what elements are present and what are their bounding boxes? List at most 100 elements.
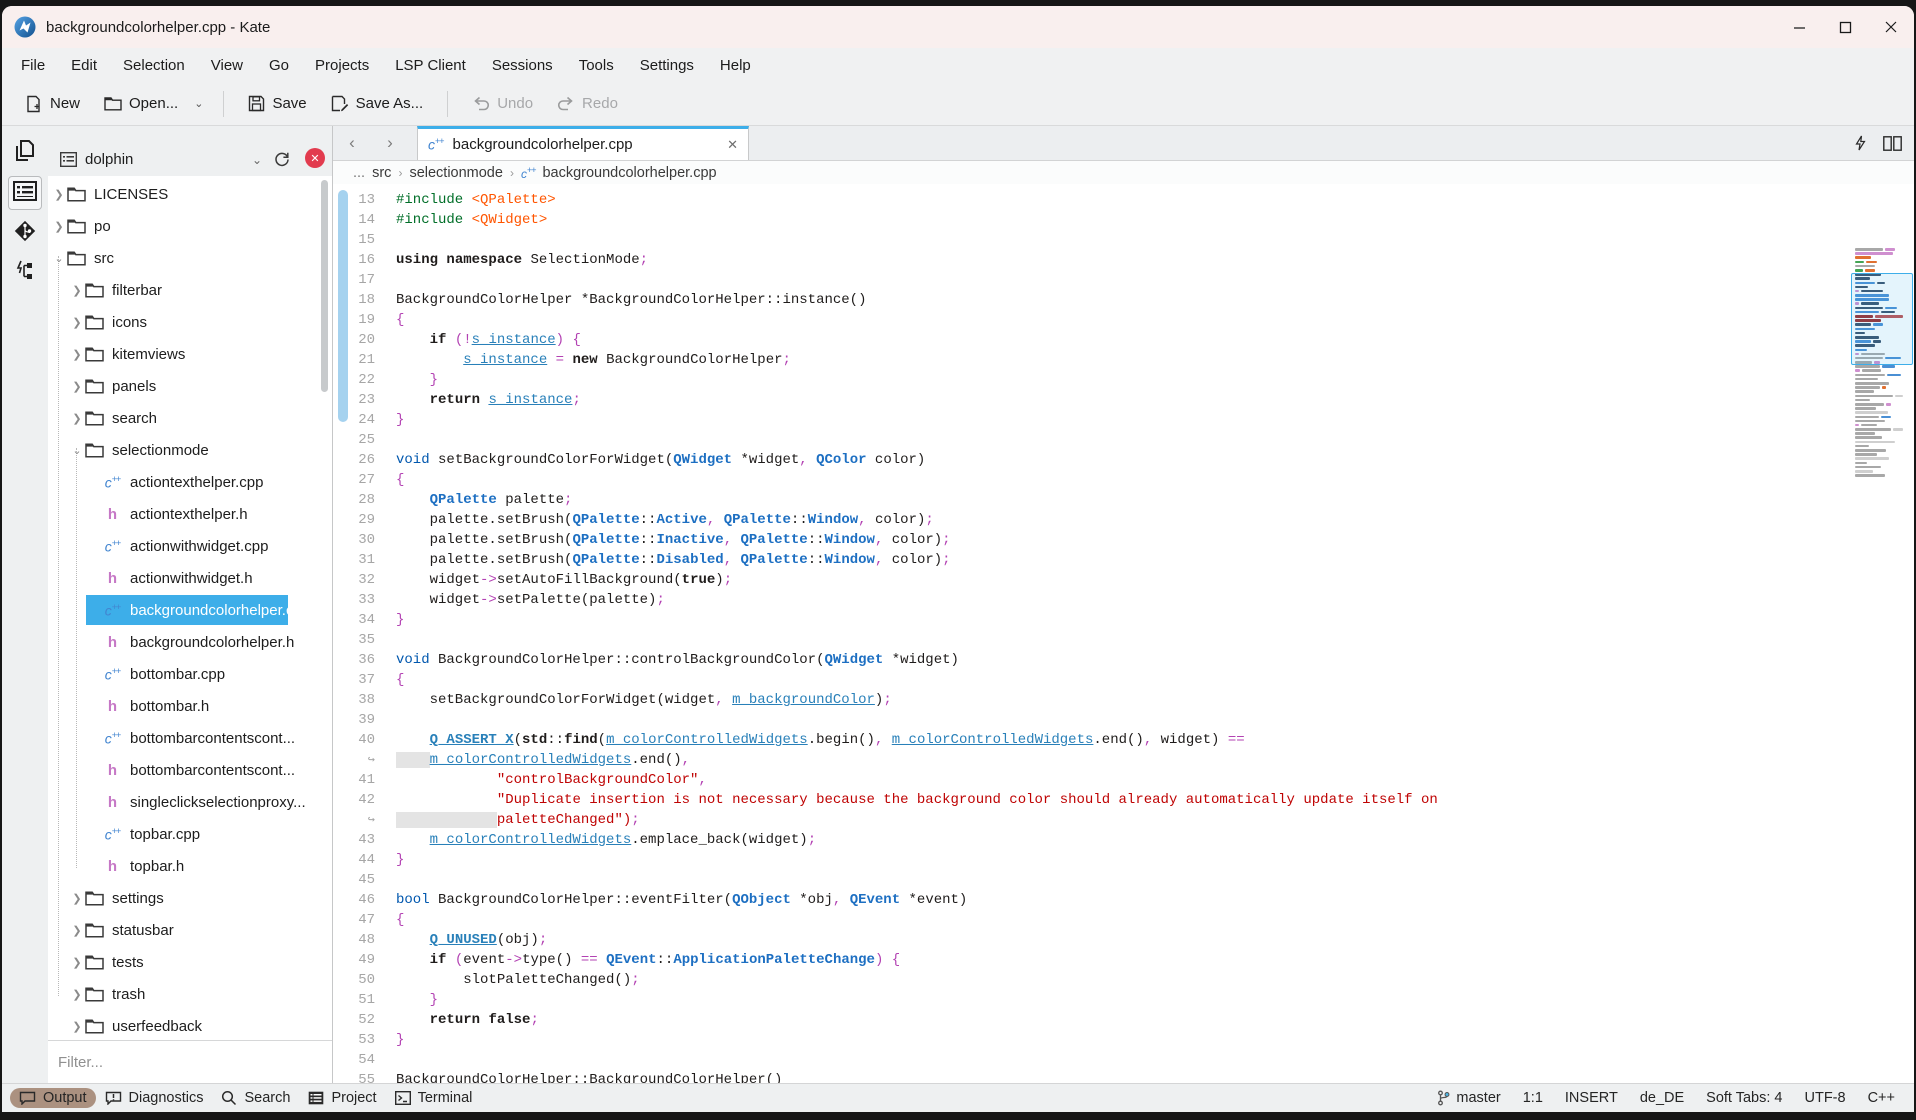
tree-folder-filterbar[interactable]: ❯filterbar bbox=[48, 274, 332, 306]
tree-file-topbar-h[interactable]: htopbar.h bbox=[48, 850, 332, 882]
tab-close-icon[interactable]: ✕ bbox=[727, 137, 738, 153]
chevron-right-icon[interactable]: ❯ bbox=[70, 988, 84, 1001]
statusbar-toggle-project[interactable]: Project bbox=[299, 1088, 385, 1108]
tree-file-actiontexthelper-h[interactable]: hactiontexthelper.h bbox=[48, 498, 332, 530]
tree-folder-trash[interactable]: ❯ trash bbox=[48, 978, 332, 1010]
tree-folder-kitemviews[interactable]: ❯kitemviews bbox=[48, 338, 332, 370]
tree-folder-statusbar[interactable]: ❯statusbar bbox=[48, 914, 332, 946]
line-number: 30 bbox=[333, 530, 375, 550]
breadcrumb-item[interactable]: selectionmode bbox=[409, 165, 503, 181]
statusbar-toggle-search[interactable]: Search bbox=[212, 1088, 299, 1108]
tree-folder-tests[interactable]: ❯tests bbox=[48, 946, 332, 978]
project-close-button[interactable]: ✕ bbox=[298, 148, 332, 176]
tree-folder-settings[interactable]: ❯settings bbox=[48, 882, 332, 914]
chevron-right-icon[interactable]: ❯ bbox=[52, 188, 66, 201]
chevron-right-icon[interactable]: ❯ bbox=[70, 284, 84, 297]
tree-folder-icons[interactable]: ❯icons bbox=[48, 306, 332, 338]
chevron-right-icon[interactable]: ❯ bbox=[52, 220, 66, 233]
chevron-down-icon[interactable]: ⌄ bbox=[52, 252, 66, 265]
sidebar-tool-projects[interactable] bbox=[8, 176, 42, 210]
chevron-right-icon[interactable]: ❯ bbox=[70, 316, 84, 329]
statusbar-toggle-diagnostics[interactable]: Diagnostics bbox=[96, 1088, 213, 1108]
tree-file-bottombarcontentscont-[interactable]: c++bottombarcontentscont... bbox=[48, 722, 332, 754]
tree-folder-licenses[interactable]: ❯LICENSES bbox=[48, 178, 332, 210]
tree-item-label: trash bbox=[112, 986, 145, 1003]
menu-item-tools[interactable]: Tools bbox=[566, 53, 627, 78]
tree-folder-selectionmode[interactable]: ⌄selectionmode bbox=[48, 434, 332, 466]
lightning-icon[interactable] bbox=[1854, 135, 1867, 151]
tree-folder-po[interactable]: ❯po bbox=[48, 210, 332, 242]
minimap-scrollbar[interactable] bbox=[1855, 248, 1911, 478]
close-button[interactable] bbox=[1868, 6, 1914, 48]
statusbar-syntax-mode[interactable]: C++ bbox=[1857, 1090, 1906, 1106]
statusbar-input-mode[interactable]: INSERT bbox=[1554, 1090, 1629, 1106]
breadcrumb-item[interactable]: ... bbox=[353, 165, 365, 181]
redo-button[interactable]: Redo bbox=[547, 89, 628, 118]
menu-item-projects[interactable]: Projects bbox=[302, 53, 382, 78]
breadcrumb-item[interactable]: src bbox=[372, 165, 391, 181]
menu-item-lsp-client[interactable]: LSP Client bbox=[382, 53, 479, 78]
statusbar-toggle-terminal[interactable]: Terminal bbox=[386, 1088, 482, 1108]
tree-file-backgroundcolorhelper-h[interactable]: hbackgroundcolorhelper.h bbox=[48, 626, 332, 658]
saveas-button[interactable]: Save As... bbox=[321, 89, 434, 118]
new-button[interactable]: New bbox=[16, 89, 90, 119]
tree-folder-src[interactable]: ⌄src bbox=[48, 242, 332, 274]
sidebar-tool-git[interactable] bbox=[8, 216, 42, 250]
statusbar-toggle-output[interactable]: Output bbox=[10, 1088, 96, 1108]
undo-button[interactable]: Undo bbox=[462, 89, 543, 118]
tree-file-actionwithwidget-cpp[interactable]: c++actionwithwidget.cpp bbox=[48, 530, 332, 562]
chevron-right-icon[interactable]: ❯ bbox=[70, 380, 84, 393]
nav-back-button[interactable]: ‹ bbox=[333, 126, 371, 160]
project-refresh-button[interactable] bbox=[266, 150, 298, 176]
code-view[interactable]: 13#include <QPalette>14#include <QWidget… bbox=[333, 184, 1914, 1083]
tree-folder-userfeedback[interactable]: ❯userfeedback bbox=[48, 1010, 332, 1040]
chevron-down-icon[interactable]: ⌄ bbox=[70, 444, 84, 457]
statusbar-git-branch[interactable]: master bbox=[1426, 1090, 1511, 1106]
line-number: 39 bbox=[333, 710, 375, 730]
menu-item-file[interactable]: File bbox=[8, 53, 58, 78]
tree-file-bottombar-h[interactable]: hbottombar.h bbox=[48, 690, 332, 722]
minimap-viewport[interactable] bbox=[1851, 273, 1913, 365]
cpp-file-icon: c++ bbox=[521, 165, 536, 181]
chevron-right-icon[interactable]: ❯ bbox=[70, 348, 84, 361]
split-view-icon[interactable] bbox=[1883, 136, 1902, 151]
menu-item-edit[interactable]: Edit bbox=[58, 53, 110, 78]
tree-file-bottombarcontentscont-[interactable]: hbottombarcontentscont... bbox=[48, 754, 332, 786]
chevron-right-icon[interactable]: ❯ bbox=[70, 956, 84, 969]
open-button[interactable]: Open... bbox=[94, 89, 188, 118]
project-selector[interactable]: dolphin ⌄ bbox=[48, 151, 266, 176]
chevron-right-icon[interactable]: ❯ bbox=[70, 892, 84, 905]
tab-backgroundcolorhelper[interactable]: c++ backgroundcolorhelper.cpp ✕ bbox=[417, 126, 749, 160]
sidebar-tool-lsp-symbols[interactable] bbox=[8, 256, 42, 290]
statusbar-tab-mode[interactable]: Soft Tabs: 4 bbox=[1695, 1090, 1793, 1106]
tree-file-singleclickselectionproxy-[interactable]: hsingleclickselectionproxy... bbox=[48, 786, 332, 818]
chevron-right-icon[interactable]: ❯ bbox=[70, 1020, 84, 1033]
minimize-button[interactable] bbox=[1776, 6, 1822, 48]
menu-item-go[interactable]: Go bbox=[256, 53, 302, 78]
tree-file-backgroundcolorhelper-c-[interactable]: c++backgroundcolorhelper.c... bbox=[48, 594, 332, 626]
menu-item-help[interactable]: Help bbox=[707, 53, 764, 78]
menu-item-view[interactable]: View bbox=[198, 53, 256, 78]
breadcrumb-item[interactable]: backgroundcolorhelper.cpp bbox=[542, 165, 716, 181]
menu-item-settings[interactable]: Settings bbox=[627, 53, 707, 78]
tree-file-actionwithwidget-h[interactable]: hactionwithwidget.h bbox=[48, 562, 332, 594]
statusbar-encoding[interactable]: UTF-8 bbox=[1793, 1090, 1856, 1106]
tree-file-bottombar-cpp[interactable]: c++bottombar.cpp bbox=[48, 658, 332, 690]
tree-file-actiontexthelper-cpp[interactable]: c++actiontexthelper.cpp bbox=[48, 466, 332, 498]
maximize-button[interactable] bbox=[1822, 6, 1868, 48]
sidebar-tool-documents[interactable] bbox=[8, 136, 42, 170]
chevron-right-icon[interactable]: ❯ bbox=[70, 924, 84, 937]
statusbar-dictionary[interactable]: de_DE bbox=[1629, 1090, 1695, 1106]
filter-input[interactable] bbox=[58, 1054, 322, 1071]
tree-folder-panels[interactable]: ❯panels bbox=[48, 370, 332, 402]
menu-item-sessions[interactable]: Sessions bbox=[479, 53, 566, 78]
chevron-down-icon[interactable]: ⌄ bbox=[188, 91, 209, 116]
tree-file-topbar-cpp[interactable]: c++topbar.cpp bbox=[48, 818, 332, 850]
nav-forward-button[interactable]: › bbox=[371, 126, 409, 160]
chevron-right-icon[interactable]: ❯ bbox=[70, 412, 84, 425]
code-line-53: 53} bbox=[333, 1030, 1844, 1050]
save-button[interactable]: Save bbox=[238, 89, 316, 118]
menu-item-selection[interactable]: Selection bbox=[110, 53, 198, 78]
tree-folder-search[interactable]: ❯search bbox=[48, 402, 332, 434]
statusbar-cursor-position[interactable]: 1:1 bbox=[1512, 1090, 1554, 1106]
